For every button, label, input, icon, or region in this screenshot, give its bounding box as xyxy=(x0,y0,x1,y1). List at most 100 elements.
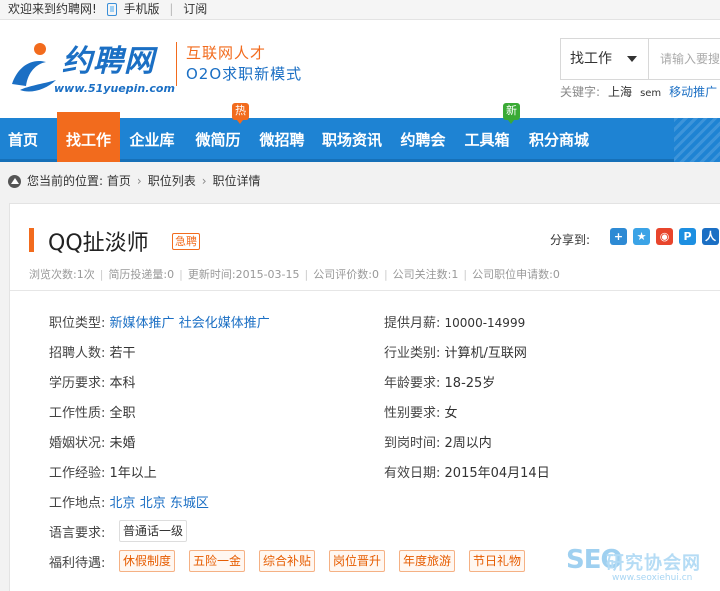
field-value: 女 xyxy=(444,406,458,421)
language-tag: 普通话一级 xyxy=(119,520,188,542)
nav-label: 首页 xyxy=(7,131,38,149)
keyword-link[interactable]: 上海 xyxy=(608,85,632,99)
stat-views: 浏览次数:1次 xyxy=(29,268,95,281)
nav-decoration xyxy=(674,118,720,162)
home-icon xyxy=(8,175,21,188)
logo-url: www.51yuepin.com xyxy=(54,82,175,95)
welfare-tag: 节日礼物 xyxy=(469,550,526,572)
field-label: 婚姻状况: xyxy=(49,436,106,451)
welfare-tag: 岗位晋升 xyxy=(329,550,386,572)
divider xyxy=(10,290,720,291)
location-link[interactable]: 北京 xyxy=(140,496,166,511)
field-label: 学历要求: xyxy=(49,376,106,391)
field-label: 工作性质: xyxy=(49,406,106,421)
nav-item-micro-recruit[interactable]: 微招聘 xyxy=(254,118,310,162)
stat-rating: 公司评价数:0 xyxy=(313,268,379,281)
field-value: 计算机/互联网 xyxy=(444,346,527,361)
site-logo[interactable]: 约聘网 www.51yuepin.com xyxy=(6,34,175,104)
job-type-link[interactable]: 新媒体推广 xyxy=(110,316,175,331)
share-tencent-icon[interactable]: P xyxy=(679,228,696,245)
field-value: 1年以上 xyxy=(109,466,157,481)
watermark: SEO 研究协会网 www.seoxiehui.cn xyxy=(566,545,720,589)
nav-item-points-mall[interactable]: 积分商城 xyxy=(525,118,593,162)
location-link[interactable]: 北京 xyxy=(110,496,136,511)
field-label: 工作地点: xyxy=(49,496,106,511)
field-language: 语言要求: xyxy=(49,522,105,541)
nav-label: 微招聘 xyxy=(259,131,305,149)
welfare-tag: 休假制度 xyxy=(119,550,176,572)
search-input[interactable] xyxy=(650,39,720,79)
top-bar: 欢迎来到约聘网! 手机版 | 订阅 xyxy=(0,0,720,20)
field-value: 2015年04月14日 xyxy=(444,466,550,481)
field-label: 提供月薪: xyxy=(384,316,441,331)
title-accent xyxy=(29,228,34,252)
field-label: 福利待遇: xyxy=(49,556,106,571)
field-industry: 行业类别: 计算机/互联网 xyxy=(384,342,527,361)
breadcrumb-job-list[interactable]: 职位列表 xyxy=(148,174,196,188)
nav-item-job-fair[interactable]: 约聘会 xyxy=(396,118,450,162)
field-value: 2周以内 xyxy=(444,436,492,451)
location-link[interactable]: 东城区 xyxy=(170,496,209,511)
job-detail-card: QQ扯淡师 急聘 分享到: + ★ ◉ P 人 浏览次数:1次 | 简历投递量:0 |… xyxy=(9,203,720,591)
share-renren-icon[interactable]: 人 xyxy=(702,228,719,245)
field-label: 工作经验: xyxy=(49,466,106,481)
stat-updated: 更新时间:2015-03-15 xyxy=(187,268,300,281)
slogan-line-2: O2O求职新模式 xyxy=(186,65,303,83)
field-education: 学历要求: 本科 xyxy=(49,372,136,391)
field-location: 工作地点: 北京 北京 东城区 xyxy=(49,492,209,511)
nav-label: 企业库 xyxy=(129,131,175,149)
field-work-nature: 工作性质: 全职 xyxy=(49,402,136,421)
welcome-text: 欢迎来到约聘网! xyxy=(8,2,97,16)
job-type-link[interactable]: 社会化媒体推广 xyxy=(179,316,270,331)
urgent-badge: 急聘 xyxy=(172,233,200,250)
search-type-select[interactable]: 找工作 xyxy=(561,39,649,79)
hot-keywords: 关键字: 上海 sem 移动推广 xyxy=(560,83,717,100)
chevron-right-icon: › xyxy=(201,174,207,188)
share-plus-icon[interactable]: + xyxy=(610,228,627,245)
nav-item-companies[interactable]: 企业库 xyxy=(124,118,180,162)
nav-label: 找工作 xyxy=(65,131,111,149)
chevron-right-icon: › xyxy=(136,174,142,188)
keyword-link[interactable]: 移动推广 xyxy=(669,85,717,99)
field-value: 18-25岁 xyxy=(444,376,496,391)
field-experience: 工作经验: 1年以上 xyxy=(49,462,157,481)
field-marital: 婚姻状况: 未婚 xyxy=(49,432,136,451)
subscribe-link[interactable]: 订阅 xyxy=(183,0,207,19)
field-label: 语言要求: xyxy=(49,526,106,541)
nav-label: 积分商城 xyxy=(528,131,589,149)
mobile-link[interactable]: 手机版 xyxy=(123,0,159,19)
field-salary: 提供月薪: 10000-14999 xyxy=(384,312,525,331)
slogan-line-1: 互联网人才 xyxy=(186,44,267,62)
breadcrumb: 您当前的位置: 首页 › 职位列表 › 职位详情 xyxy=(0,165,720,197)
breadcrumb-home[interactable]: 首页 xyxy=(107,174,131,188)
hot-badge: 热 xyxy=(232,103,249,124)
field-age: 年龄要求: 18-25岁 xyxy=(384,372,495,391)
nav-item-career-news[interactable]: 职场资讯 xyxy=(318,118,386,162)
main-nav: 首页 找工作 企业库 热 微简历 微招聘 职场资讯 约聘会 新 工具箱 积分商城 xyxy=(0,103,720,162)
nav-item-toolbox[interactable]: 新 工具箱 xyxy=(461,103,520,162)
field-value: 本科 xyxy=(109,376,136,391)
nav-item-home[interactable]: 首页 xyxy=(0,118,46,162)
share-weibo-icon[interactable]: ◉ xyxy=(656,228,673,245)
nav-label: 职场资讯 xyxy=(321,131,382,149)
welfare-tag: 年度旅游 xyxy=(399,550,456,572)
stat-resumes: 简历投递量:0 xyxy=(108,268,175,281)
separator: | xyxy=(169,2,174,16)
field-value: 全职 xyxy=(109,406,136,421)
breadcrumb-prefix: 您当前的位置: xyxy=(27,174,104,188)
field-headcount: 招聘人数: 若干 xyxy=(49,342,136,361)
field-label: 行业类别: xyxy=(384,346,441,361)
field-valid-date: 有效日期: 2015年04月14日 xyxy=(384,462,550,481)
field-label: 年龄要求: xyxy=(384,376,441,391)
nav-item-micro-resume[interactable]: 热 微简历 xyxy=(190,103,249,162)
keyword-link[interactable]: sem xyxy=(640,88,661,99)
field-arrival: 到岗时间: 2周以内 xyxy=(384,432,492,451)
field-value: 未婚 xyxy=(109,436,136,451)
chevron-down-icon xyxy=(627,56,637,62)
field-label: 招聘人数: xyxy=(49,346,106,361)
nav-item-find-job[interactable]: 找工作 xyxy=(57,112,120,162)
watermark-url: www.seoxiehui.cn xyxy=(612,573,693,583)
share-qzone-icon[interactable]: ★ xyxy=(633,228,650,245)
share-label: 分享到: xyxy=(550,233,591,247)
field-job-type: 职位类型: 新媒体推广 社会化媒体推广 xyxy=(49,312,270,331)
